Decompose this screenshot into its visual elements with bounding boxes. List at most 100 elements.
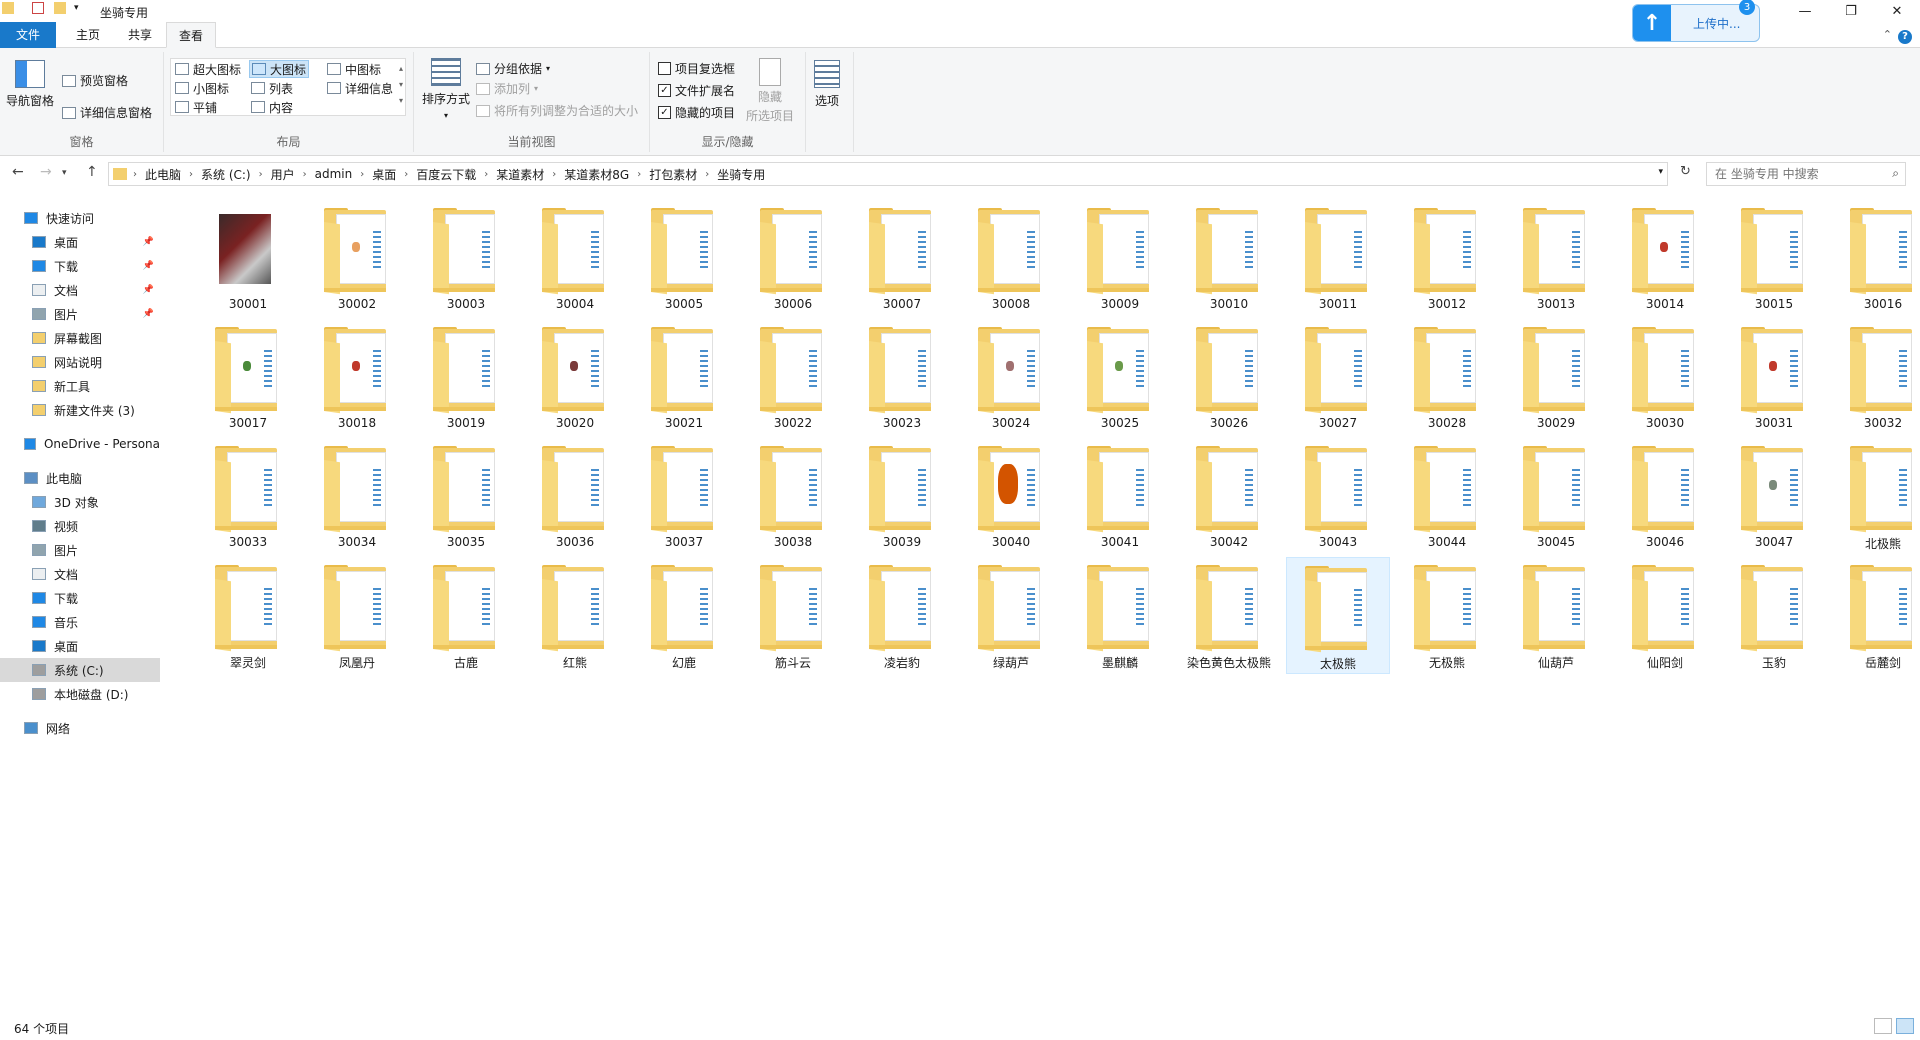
search-icon[interactable]: ⌕ <box>1892 166 1899 181</box>
layout-large-icons[interactable]: 大图标 <box>249 60 310 78</box>
breadcrumb-item[interactable]: 用户 <box>263 166 303 183</box>
tab-home[interactable]: 主页 <box>64 22 112 48</box>
nav-item[interactable]: 系统 (C:) <box>0 658 160 682</box>
folder-item[interactable]: 30025 <box>1068 319 1172 436</box>
recent-locations-icon[interactable]: ▾ <box>62 168 67 178</box>
nav-item[interactable]: 新工具 <box>0 374 160 398</box>
nav-item[interactable]: 桌面 <box>0 634 160 658</box>
properties-icon[interactable] <box>32 2 44 14</box>
search-box[interactable]: ⌕ <box>1706 162 1906 186</box>
nav-item[interactable]: 视频 <box>0 514 160 538</box>
folder-item[interactable]: 30022 <box>741 319 845 436</box>
options-button[interactable]: 选项 <box>814 60 840 109</box>
folder-item[interactable]: 30043 <box>1286 438 1390 555</box>
maximize-button[interactable]: ❐ <box>1828 0 1874 22</box>
folder-item[interactable]: 30041 <box>1068 438 1172 555</box>
folder-item[interactable]: 30045 <box>1504 438 1608 555</box>
folder-item[interactable]: 30028 <box>1395 319 1499 436</box>
folder-item[interactable]: 30016 <box>1831 200 1920 317</box>
nav-item[interactable]: OneDrive - Persona <box>0 432 160 456</box>
nav-item[interactable]: 网络 <box>0 716 160 740</box>
breadcrumb-item-current[interactable]: 坐骑专用 <box>709 166 773 183</box>
folder-item[interactable]: 30002 <box>305 200 409 317</box>
file-extensions-toggle[interactable]: ✓ 文件扩展名 <box>658 82 735 99</box>
folder-item[interactable]: 仙葫芦 <box>1504 557 1608 674</box>
folder-item[interactable]: 30040 <box>959 438 1063 555</box>
sort-by-button[interactable]: 排序方式 ▾ <box>422 58 470 120</box>
tab-file[interactable]: 文件 <box>0 22 56 48</box>
folder-item[interactable]: 30014 <box>1613 200 1717 317</box>
nav-item[interactable]: 下载 📌 <box>0 254 160 278</box>
tab-share[interactable]: 共享 <box>116 22 164 48</box>
folder-item[interactable]: 30010 <box>1177 200 1281 317</box>
folder-item[interactable]: 幻鹿 <box>632 557 736 674</box>
address-bar[interactable]: › 此电脑 › 系统 (C:) › 用户 › admin › 桌面 › 百度云下… <box>108 162 1668 186</box>
folder-item[interactable]: 30008 <box>959 200 1063 317</box>
preview-pane-button[interactable]: 预览窗格 <box>62 72 128 89</box>
folder-item[interactable]: 筋斗云 <box>741 557 845 674</box>
folder-item[interactable]: 无极熊 <box>1395 557 1499 674</box>
folder-item[interactable]: 红熊 <box>523 557 627 674</box>
forward-arrow-icon[interactable]: → <box>40 164 52 180</box>
nav-item[interactable]: 网站说明 <box>0 350 160 374</box>
folder-item[interactable]: 30033 <box>196 438 300 555</box>
minimize-button[interactable]: — <box>1782 0 1828 22</box>
folder-item[interactable]: 30037 <box>632 438 736 555</box>
add-column-button[interactable]: 添加列 ▾ <box>476 80 538 97</box>
layout-tiles[interactable]: 平铺 <box>173 98 219 116</box>
breadcrumb-item[interactable]: 某道素材 <box>488 166 552 183</box>
folder-item[interactable]: 30036 <box>523 438 627 555</box>
layout-list[interactable]: 列表 <box>249 79 295 97</box>
folder-item[interactable]: 30019 <box>414 319 518 436</box>
folder-item[interactable]: 仙阳剑 <box>1613 557 1717 674</box>
nav-item[interactable]: 新建文件夹 (3) <box>0 398 160 422</box>
layout-details[interactable]: 详细信息 <box>325 79 395 97</box>
folder-item[interactable]: 玉豹 <box>1722 557 1826 674</box>
folder-item[interactable]: 30034 <box>305 438 409 555</box>
folder-item[interactable]: 30012 <box>1395 200 1499 317</box>
folder-item[interactable]: 翠灵剑 <box>196 557 300 674</box>
breadcrumb-item[interactable]: admin <box>307 167 361 181</box>
details-pane-button[interactable]: 详细信息窗格 <box>62 104 152 121</box>
breadcrumb-item[interactable]: 系统 (C:) <box>193 166 259 183</box>
customize-toolbar-icon[interactable]: ▾ <box>74 3 79 13</box>
folder-item[interactable]: 30007 <box>850 200 954 317</box>
breadcrumb-item[interactable]: 百度云下载 <box>408 166 484 183</box>
nav-item[interactable]: 本地磁盘 (D:) <box>0 682 160 706</box>
breadcrumb-item[interactable]: 桌面 <box>364 166 404 183</box>
nav-item[interactable]: 图片 <box>0 538 160 562</box>
layout-medium-icons[interactable]: 中图标 <box>325 60 383 78</box>
folder-item[interactable]: 凤凰丹 <box>305 557 409 674</box>
folder-item[interactable]: 30042 <box>1177 438 1281 555</box>
collapse-ribbon-icon[interactable]: ⌃ <box>1883 28 1892 41</box>
nav-item[interactable]: 3D 对象 <box>0 490 160 514</box>
group-by-button[interactable]: 分组依据 ▾ <box>476 60 550 77</box>
nav-item[interactable]: 下载 <box>0 586 160 610</box>
folder-item[interactable]: 绿葫芦 <box>959 557 1063 674</box>
large-icons-view-icon[interactable] <box>1896 1018 1914 1034</box>
folder-item[interactable]: 30026 <box>1177 319 1281 436</box>
folder-item[interactable]: 30044 <box>1395 438 1499 555</box>
folder-item[interactable]: 30032 <box>1831 319 1920 436</box>
new-folder-icon[interactable] <box>54 2 66 14</box>
folder-item[interactable]: 30005 <box>632 200 736 317</box>
folder-item[interactable]: 30023 <box>850 319 954 436</box>
address-history-dropdown-icon[interactable]: ▾ <box>1658 167 1663 177</box>
folder-item[interactable]: 30030 <box>1613 319 1717 436</box>
folder-item[interactable]: 30047 <box>1722 438 1826 555</box>
folder-item[interactable]: 太极熊 <box>1286 557 1390 674</box>
nav-item[interactable]: 屏幕截图 <box>0 326 160 350</box>
folder-item[interactable]: 30027 <box>1286 319 1390 436</box>
folder-item[interactable]: 30004 <box>523 200 627 317</box>
folder-item[interactable]: 30039 <box>850 438 954 555</box>
nav-item[interactable]: 桌面 📌 <box>0 230 160 254</box>
folder-item[interactable]: 30006 <box>741 200 845 317</box>
gallery-scroll-icon[interactable]: ▴ ▾ ▾ <box>399 61 403 109</box>
folder-item[interactable]: 30015 <box>1722 200 1826 317</box>
nav-item[interactable]: 文档 <box>0 562 160 586</box>
folder-item[interactable]: 30001 <box>196 200 300 317</box>
folder-item[interactable]: 30020 <box>523 319 627 436</box>
nav-item[interactable]: 文档 📌 <box>0 278 160 302</box>
layout-extra-large-icons[interactable]: 超大图标 <box>173 60 243 78</box>
nav-pane-button[interactable]: 导航窗格 <box>6 60 54 109</box>
